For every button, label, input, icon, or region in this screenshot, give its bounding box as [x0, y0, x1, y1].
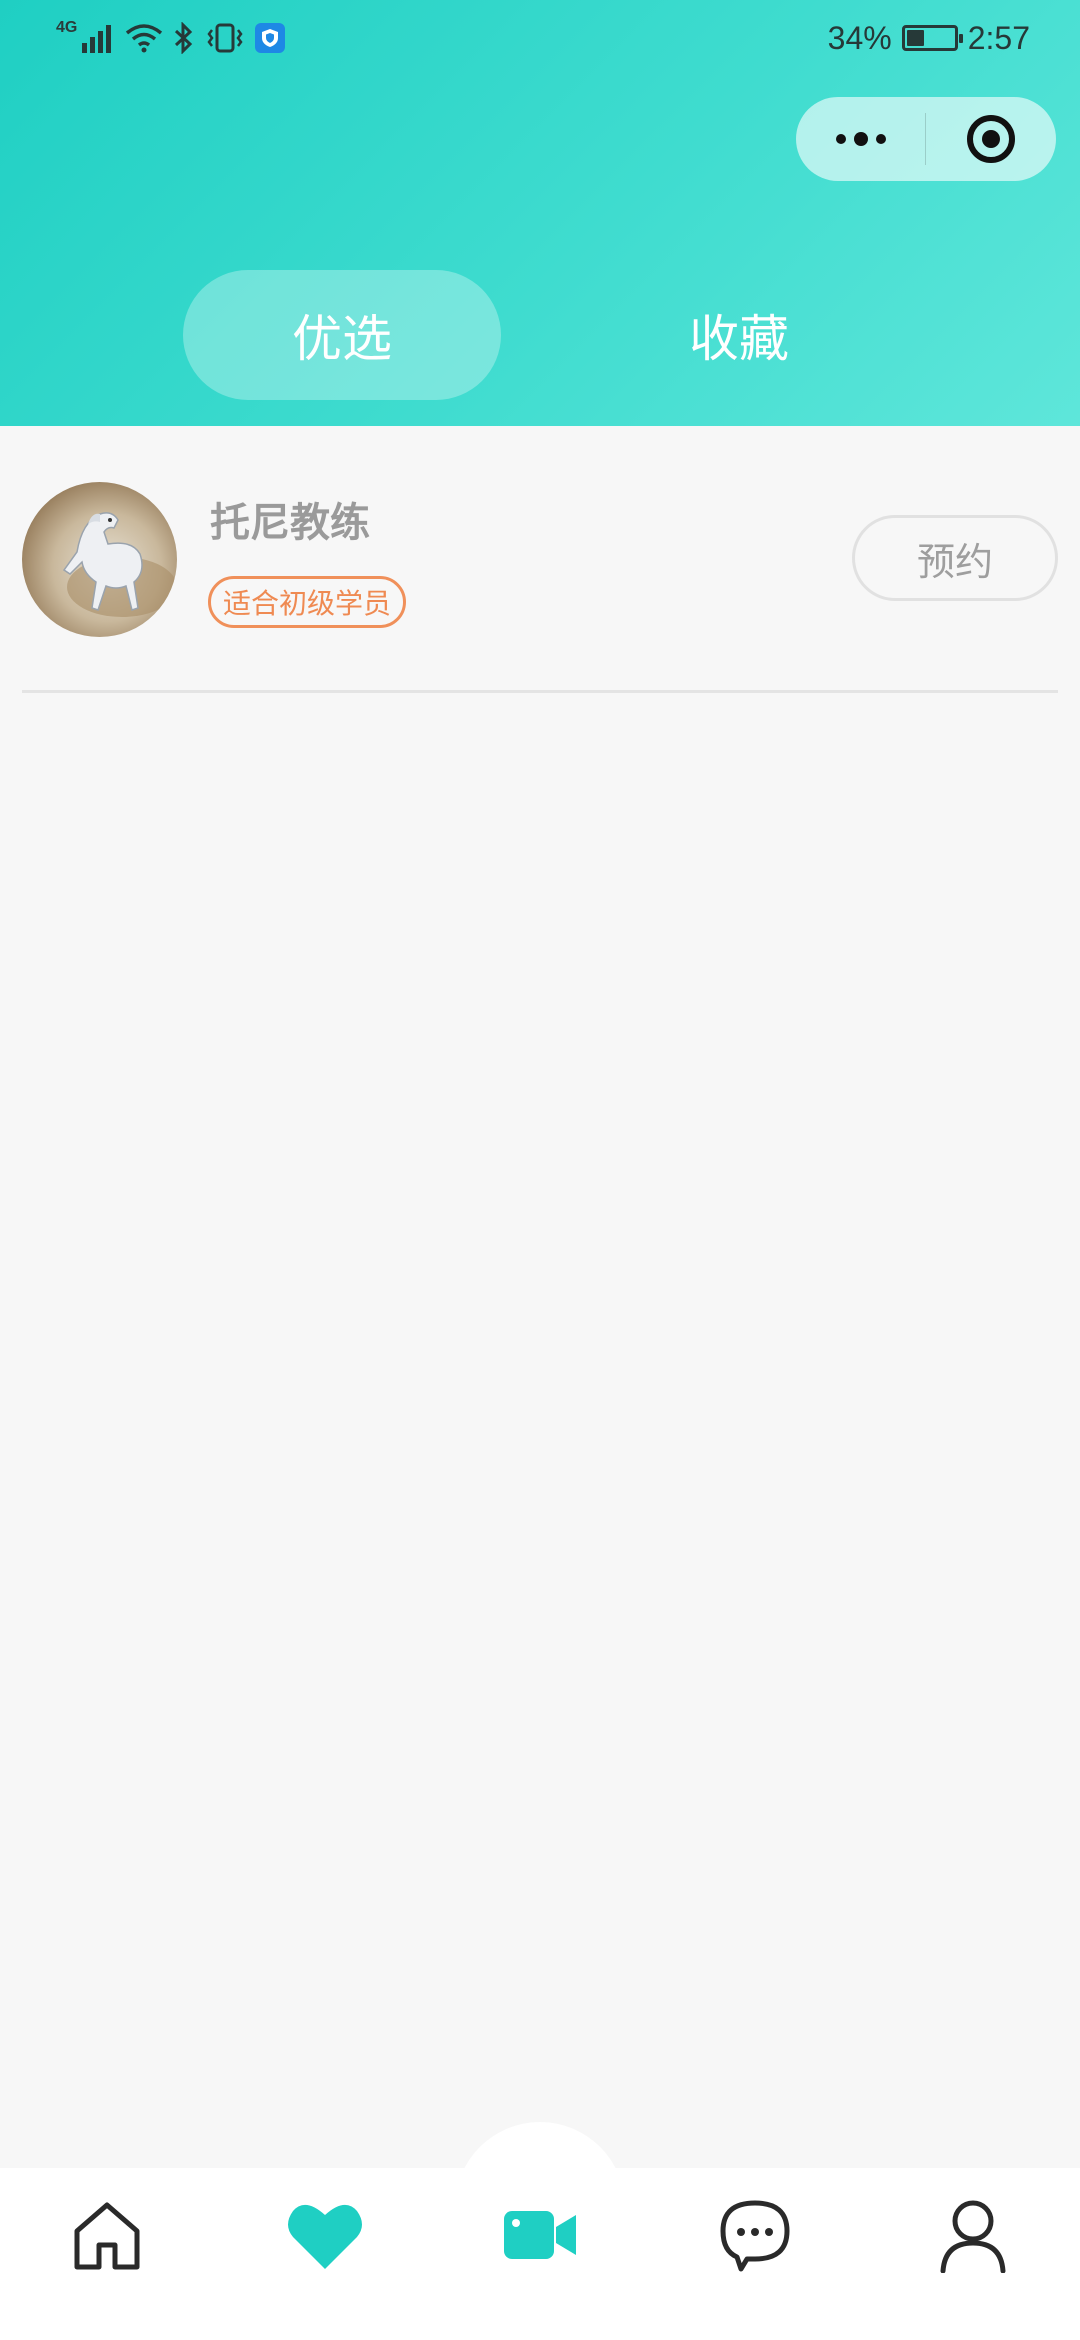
video-camera-icon — [504, 2211, 576, 2259]
status-bar: 4G 34% 2:57 — [0, 0, 1080, 76]
status-icons: 4G — [56, 18, 286, 58]
nav-video[interactable] — [485, 2185, 595, 2285]
coach-name: 托尼教练 — [210, 500, 370, 546]
mini-program-capsule — [796, 97, 1056, 181]
tab-favorites[interactable]: 收藏 — [580, 270, 898, 400]
more-dots-icon[interactable] — [796, 97, 925, 181]
heart-icon — [288, 2204, 362, 2269]
battery-fill — [906, 30, 924, 46]
network-type: 4G — [56, 19, 78, 36]
coach-level-tag: 适合初级学员 — [208, 576, 407, 628]
status-right: 34% 2:57 — [828, 18, 1030, 58]
coach-avatar[interactable] — [22, 482, 177, 637]
tab-featured[interactable]: 优选 — [183, 270, 501, 400]
user-icon — [940, 2200, 1006, 2273]
clock: 2:57 — [967, 19, 1030, 56]
book-button[interactable]: 预约 — [852, 515, 1058, 601]
coach-list-item[interactable]: 托尼教练 适合初级学员 预约 — [22, 470, 1058, 690]
target-circle-icon[interactable] — [926, 97, 1055, 181]
nav-messages[interactable] — [700, 2185, 810, 2285]
battery-icon — [901, 25, 963, 51]
horse-image — [62, 512, 177, 617]
battery-percent: 34% — [827, 19, 892, 56]
nav-favorite[interactable] — [270, 2185, 380, 2285]
home-icon — [74, 2202, 140, 2270]
nav-home[interactable] — [52, 2185, 162, 2285]
signal-icon — [82, 25, 112, 53]
chat-bubble-icon — [720, 2200, 790, 2272]
wifi-icon — [126, 24, 163, 53]
bluetooth-icon — [175, 22, 193, 54]
nav-profile[interactable] — [918, 2185, 1028, 2285]
security-shield-icon — [255, 23, 286, 53]
list-divider — [22, 690, 1058, 693]
vibrate-icon — [207, 23, 243, 53]
